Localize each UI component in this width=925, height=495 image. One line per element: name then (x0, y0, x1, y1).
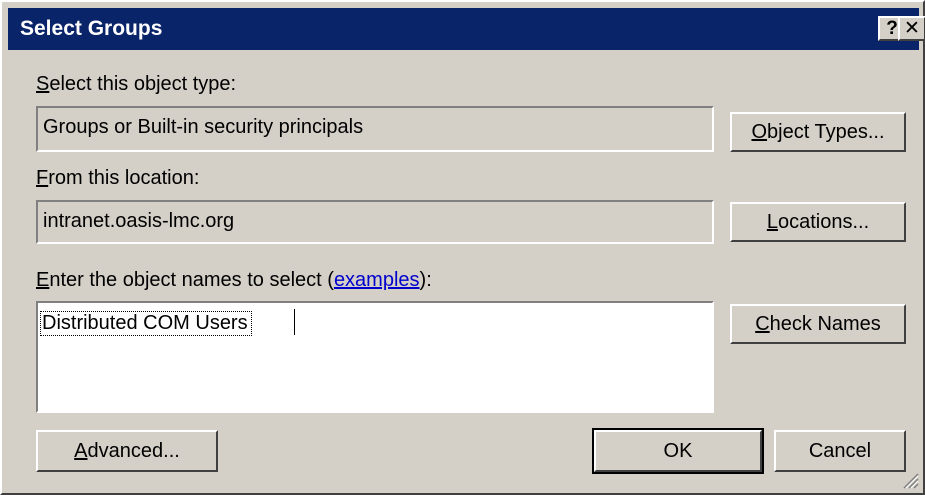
title-bar[interactable]: Select Groups ? ✕ (8, 8, 925, 50)
object-types-button[interactable]: Object Types... (730, 112, 906, 152)
text-caret (294, 309, 295, 335)
object-name-entry: Distributed COM Users (40, 311, 252, 336)
object-names-input[interactable]: Distributed COM Users (36, 301, 714, 413)
ok-button[interactable]: OK (592, 428, 764, 474)
advanced-button[interactable]: Advanced... (36, 430, 218, 472)
select-groups-dialog: Select Groups ? ✕ Select this object typ… (0, 0, 925, 495)
object-type-field: Groups or Built-in security principals (36, 106, 714, 152)
locations-button[interactable]: Locations... (730, 202, 906, 242)
examples-link[interactable]: examples (334, 269, 420, 291)
window-title: Select Groups (20, 17, 163, 40)
location-field: intranet.oasis-lmc.org (36, 200, 714, 244)
check-names-button[interactable]: Check Names (730, 304, 906, 344)
location-label: From this location: (36, 167, 200, 189)
object-names-label: Enter the object names to select (exampl… (36, 269, 432, 291)
cancel-button[interactable]: Cancel (774, 430, 906, 472)
object-type-label: Select this object type: (36, 73, 237, 95)
close-icon[interactable]: ✕ (898, 16, 925, 41)
resize-grip-icon[interactable] (901, 471, 919, 489)
